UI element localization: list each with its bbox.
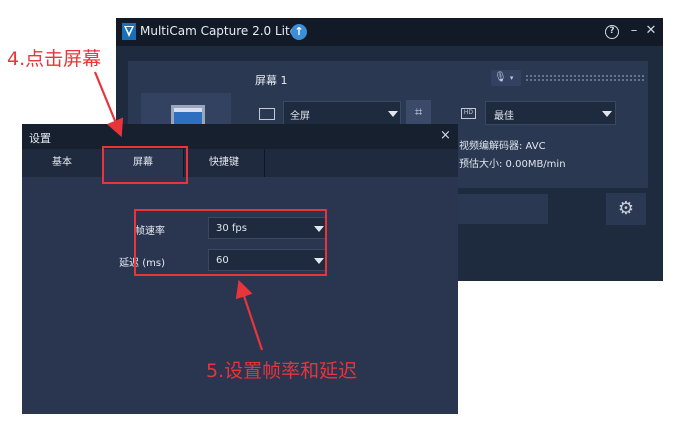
multicam-logo-icon	[122, 23, 136, 40]
gear-icon: ⚙	[617, 198, 635, 219]
dialog-tabbar: 基本 屏幕 快捷键	[22, 149, 458, 177]
app-title: MultiCam Capture 2.0 Lite	[140, 24, 298, 38]
tab-hotkey[interactable]: 快捷键	[184, 149, 264, 177]
step5-annotation: 5.设置帧率和延迟	[206, 360, 358, 382]
screen-label: 屏幕 1	[255, 74, 288, 87]
help-icon[interactable]: ?	[605, 25, 619, 39]
minimize-icon[interactable]: –	[627, 24, 641, 39]
crop-button[interactable]: ⌗	[406, 100, 431, 125]
monitor-titlebar-shape	[174, 108, 202, 112]
hd-quality-icon: HD	[461, 108, 476, 119]
close-icon[interactable]: ✕	[644, 24, 658, 38]
highlight-screen-tab	[102, 146, 188, 184]
settings-button[interactable]: ⚙	[606, 193, 646, 225]
multicam-titlebar: MultiCam Capture 2.0 Lite ↑ ? – ✕	[116, 18, 663, 46]
chevron-down-icon: ▾	[509, 74, 514, 82]
audio-level-meter	[525, 74, 645, 81]
update-icon[interactable]: ↑	[291, 24, 307, 40]
highlight-framerate-delay	[134, 209, 327, 276]
dialog-titlebar: 设置 ×	[22, 124, 458, 149]
capture-region-value: 全屏	[290, 111, 310, 122]
capture-region-select[interactable]: 全屏	[283, 101, 401, 125]
tab-divider	[264, 149, 265, 177]
screen-region-icon	[259, 108, 275, 120]
quality-value: 最佳	[494, 111, 514, 122]
microphone-icon: 🎙	[494, 72, 507, 83]
close-icon[interactable]: ×	[440, 129, 451, 143]
step4-annotation: 4.点击屏幕	[7, 48, 102, 70]
dialog-title: 设置	[29, 132, 51, 145]
chevron-down-icon	[388, 111, 398, 117]
quality-select[interactable]: 最佳	[485, 101, 616, 125]
record-bar[interactable]	[453, 194, 548, 224]
microphone-dropdown[interactable]: 🎙 ▾	[491, 70, 521, 86]
tab-basic[interactable]: 基本	[22, 149, 102, 177]
crop-icon: ⌗	[414, 105, 423, 120]
estimated-size-info: 预估大小: 0.00MB/min	[459, 159, 566, 170]
chevron-down-icon	[602, 111, 612, 117]
codec-info: 视频编解码器: AVC	[459, 141, 546, 152]
